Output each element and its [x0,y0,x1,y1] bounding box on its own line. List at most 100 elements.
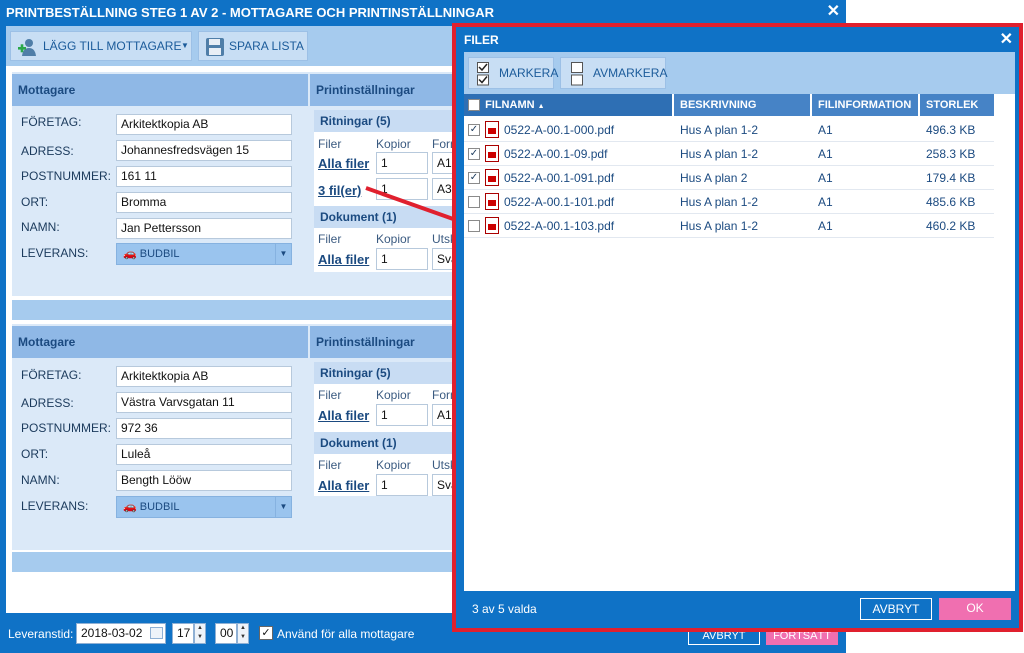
annotation-arrow [365,186,457,222]
header-checkbox[interactable] [468,99,480,112]
all-files-link[interactable]: Alla filer [318,252,369,267]
filename-column-header[interactable]: FILNAMN ▲ [464,94,672,116]
description-column-header[interactable]: BESKRIVNING [674,94,810,116]
table-row[interactable]: ✓ 0522-A-00.1-09.pdf Hus A plan 1-2 A1 258.3… [464,142,994,166]
hour-field[interactable]: 17 [172,623,194,644]
copies-field[interactable]: 1 [376,474,428,496]
deselect-all-button[interactable]: AVMARKERA [560,57,668,89]
copies-field[interactable]: 1 [376,248,428,270]
copies-field[interactable]: 1 [376,152,428,174]
size-column-header[interactable]: STORLEK [920,94,994,116]
add-user-icon [17,37,37,57]
save-disk-icon [205,37,225,57]
calendar-icon[interactable] [150,627,163,639]
delivery-select[interactable]: 🚗 BUDBIL ▼ [116,243,292,265]
city-field[interactable]: Bromma [116,192,292,213]
pdf-file-icon [485,145,499,162]
all-files-link[interactable]: Alla filer [318,408,369,423]
apply-all-label: Använd för alla mottagare [277,627,415,641]
postcode-field[interactable]: 972 36 [116,418,292,439]
close-icon[interactable]: ✕ [1000,29,1013,49]
size-cell: 460.2 KB [926,219,976,233]
size-cell: 179.4 KB [926,171,976,185]
recipient-header: Mottagare [12,74,308,106]
name-field[interactable]: Bength Lööw [116,470,292,491]
table-row[interactable]: ✓ 0522-A-00.1-000.pdf Hus A plan 1-2 A1 496.… [464,118,994,142]
select-all-button[interactable]: MARKERA [468,57,558,89]
fileinfo-cell: A1 [818,147,833,161]
chevron-down-icon: ▼ [275,244,291,264]
row-checkbox[interactable]: ✓ [468,148,480,160]
recipient-block-2: Mottagare Printinställningar FÖRETAG: Ar… [12,324,484,550]
address-label: ADRESS: [21,396,74,410]
apply-all-checkbox[interactable]: ✓ [259,626,273,640]
deselect-all-label: AVMARKERA [593,66,668,80]
company-label: FÖRETAG: [21,115,82,129]
size-cell: 496.3 KB [926,123,976,137]
close-icon[interactable]: ✕ [827,3,840,21]
recipient-header: Mottagare [12,326,308,358]
fileinfo-column-header[interactable]: FILINFORMATION [812,94,918,116]
delivery-label: LEVERANS: [21,246,89,260]
address-field[interactable]: Johannesfredsvägen 15 [116,140,292,161]
postcode-field[interactable]: 161 11 [116,166,292,187]
company-label: FÖRETAG: [21,368,82,382]
documents-header: Dokument (1) [314,432,464,454]
pdf-file-icon [485,121,499,138]
pdf-file-icon [485,193,499,210]
unchecked-boxes-icon [571,62,583,86]
select-all-label: MARKERA [499,66,559,80]
delivery-value: BUDBIL [139,501,180,513]
table-row[interactable]: ✓ 0522-A-00.1-091.pdf Hus A plan 2 A1 179.4 … [464,166,994,190]
address-field[interactable]: Västra Varvsgatan 11 [116,392,292,413]
add-recipient-label: LÄGG TILL MOTTAGARE [43,39,182,53]
row-checkbox[interactable] [468,220,480,232]
city-field[interactable]: Luleå [116,444,292,465]
files-table: FILNAMN ▲ BESKRIVNING FILINFORMATION STO… [464,94,1015,591]
pdf-file-icon [485,169,499,186]
dialog-ok-button[interactable]: OK [939,598,1011,620]
table-row[interactable]: 0522-A-00.1-101.pdf Hus A plan 1-2 A1 485.6… [464,190,994,214]
all-files-link[interactable]: Alla filer [318,156,369,171]
delivery-select[interactable]: 🚗 BUDBIL ▼ [116,496,292,518]
dialog-footer: 3 av 5 valda AVBRYT OK [464,591,1015,628]
fileinfo-cell: A1 [818,171,833,185]
filename-header-label: FILNAMN [485,99,535,111]
company-field[interactable]: Arkitektkopia AB [116,114,292,135]
table-row[interactable]: 0522-A-00.1-103.pdf Hus A plan 1-2 A1 460.2… [464,214,994,238]
row-checkbox[interactable]: ✓ [468,124,480,136]
postcode-label: POSTNUMMER: [21,169,111,183]
dialog-cancel-button[interactable]: AVBRYT [860,598,932,620]
minute-field[interactable]: 00 [215,623,237,644]
row-checkbox[interactable] [468,196,480,208]
selection-status: 3 av 5 valda [472,602,537,616]
filename-cell: 0522-A-00.1-000.pdf [504,123,615,137]
sort-ascending-icon: ▲ [537,103,545,110]
pdf-file-icon [485,217,499,234]
company-field[interactable]: Arkitektkopia AB [116,366,292,387]
description-cell: Hus A plan 1-2 [680,219,759,233]
add-recipient-button[interactable]: LÄGG TILL MOTTAGARE ▼ [10,31,192,61]
minute-spinner[interactable]: ▲ ▼ [237,623,249,644]
description-cell: Hus A plan 1-2 [680,195,759,209]
row-checkbox[interactable]: ✓ [468,172,480,184]
selected-files-link[interactable]: 3 fil(er) [318,183,361,198]
all-files-link[interactable]: Alla filer [318,478,369,493]
name-field[interactable]: Jan Pettersson [116,218,292,239]
copies-field[interactable]: 1 [376,404,428,426]
description-cell: Hus A plan 2 [680,171,748,185]
filename-cell: 0522-A-00.1-101.pdf [504,195,615,209]
save-list-label: SPARA LISTA [229,39,304,53]
dialog-title: FILER [464,33,499,47]
save-list-button[interactable]: SPARA LISTA [198,31,308,61]
filename-cell: 0522-A-00.1-103.pdf [504,219,615,233]
copies-column-label: Kopior [376,458,411,472]
dialog-toolbar: MARKERA AVMARKERA [464,52,1015,94]
fileinfo-cell: A1 [818,123,833,137]
filename-cell: 0522-A-00.1-09.pdf [504,147,608,161]
hour-spinner[interactable]: ▲ ▼ [194,623,206,644]
drawings-header: Ritningar (5) [314,110,464,132]
divider-strip [12,552,458,572]
copies-column-label: Kopior [376,388,411,402]
print-settings-panel: Ritningar (5) Filer Kopior Form Alla fil… [314,362,484,496]
